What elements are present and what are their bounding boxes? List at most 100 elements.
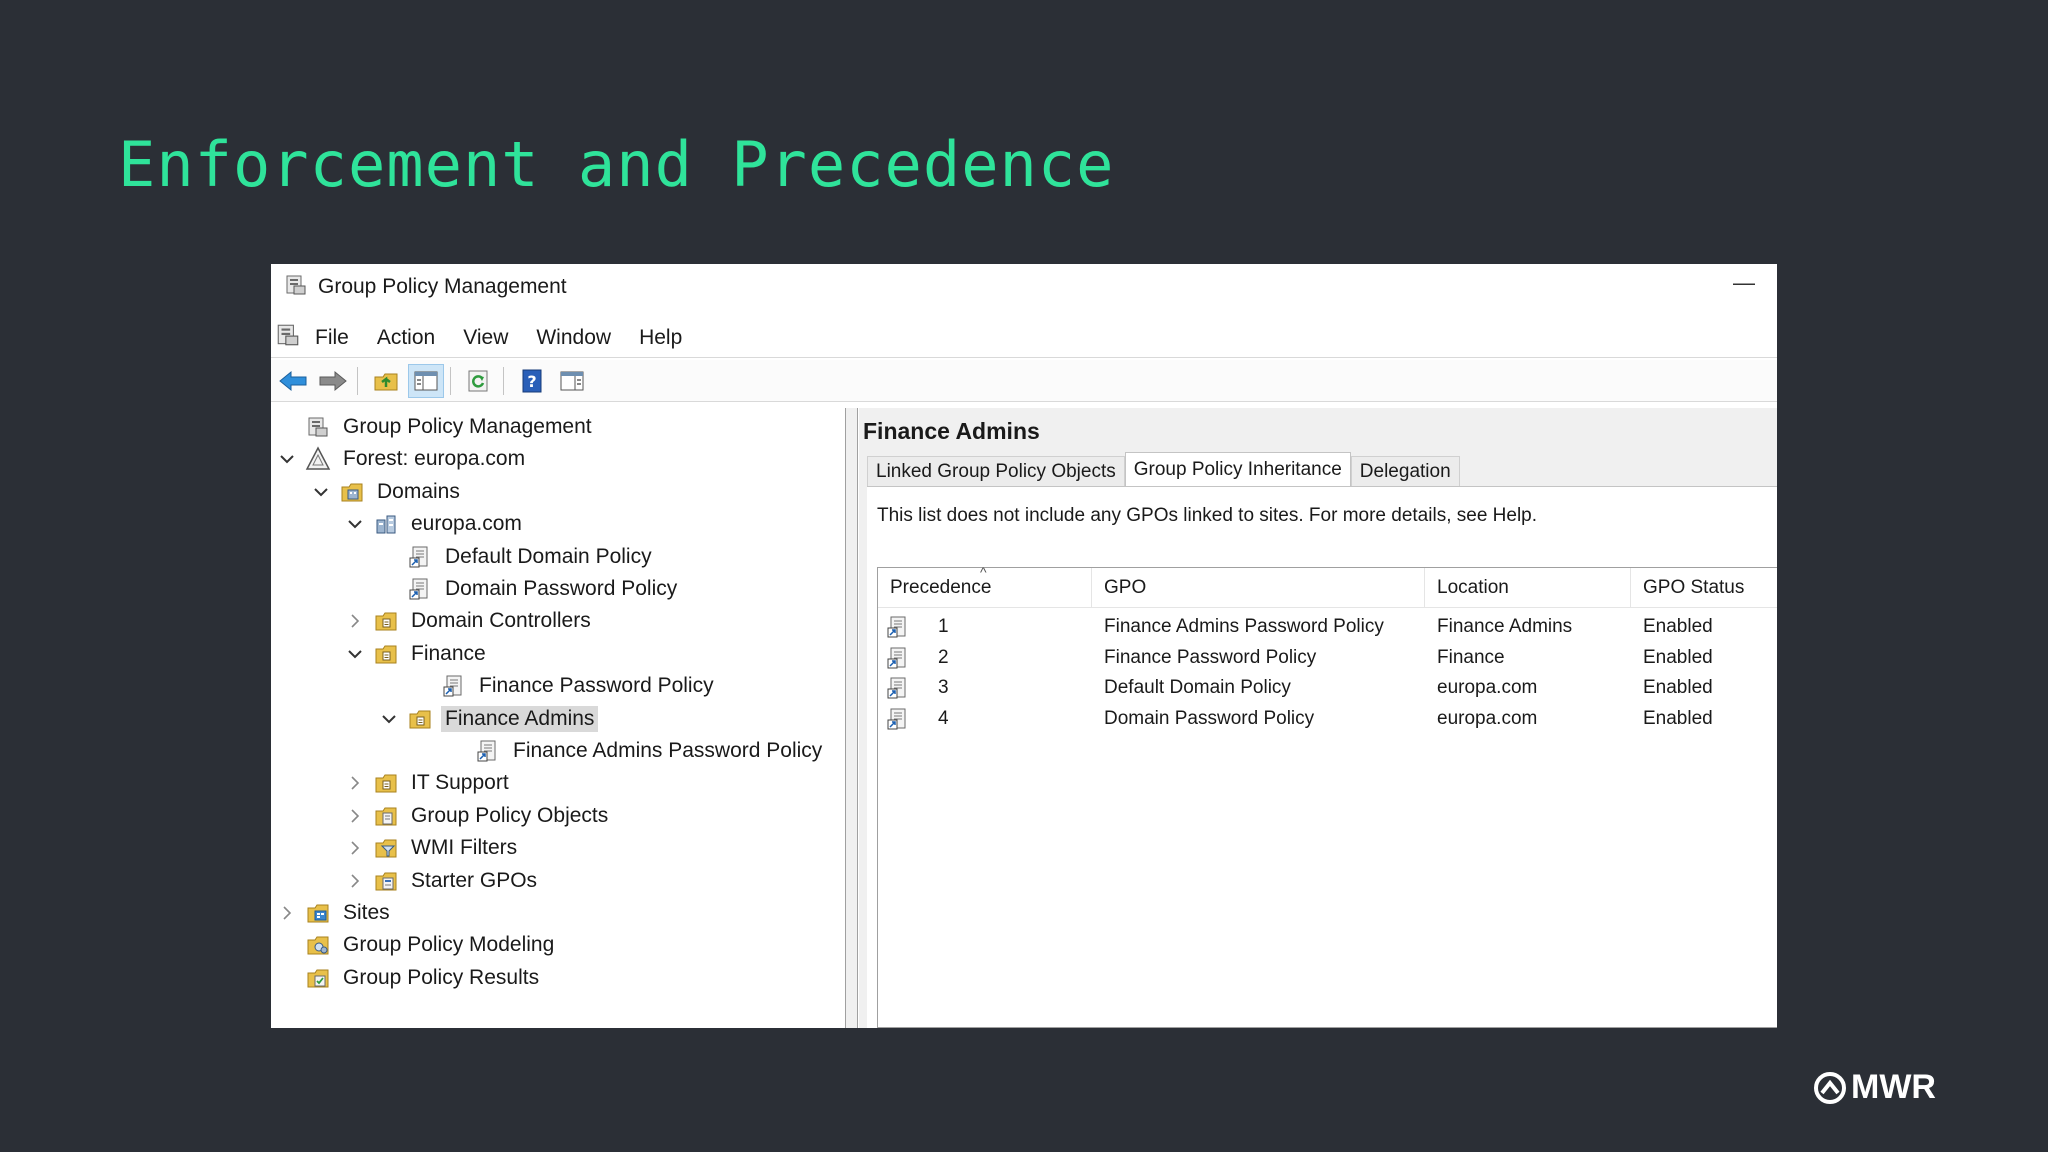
tree-item-forest-europa-com[interactable]: Forest: europa.com <box>277 444 529 474</box>
chevron-right-icon[interactable] <box>345 838 365 858</box>
cell-status: Enabled <box>1643 646 1713 668</box>
chevron-down-icon[interactable] <box>379 709 399 729</box>
brand-name: MWR <box>1851 1068 1936 1106</box>
chevron-right-icon[interactable] <box>345 611 365 631</box>
chevron-right-icon[interactable] <box>277 903 297 923</box>
refresh-button[interactable] <box>461 364 497 398</box>
gpo-link-icon <box>886 643 910 673</box>
domains-folder-icon <box>339 479 365 505</box>
tree-item-domain-controllers[interactable]: Domain Controllers <box>345 606 595 636</box>
gpo-inheritance-table: Precedence ^ GPO Location GPO Status 1 Fi… <box>877 564 1777 1028</box>
tree-item-finance-admins-password-policy[interactable]: Finance Admins Password Policy <box>447 736 826 766</box>
help-button[interactable]: ? <box>514 364 550 398</box>
cell-gpo: Domain Password Policy <box>1104 707 1315 729</box>
tree-item-label: Finance <box>411 641 486 665</box>
slide-title: Enforcement and Precedence <box>118 128 1115 201</box>
tree-item-finance-password-policy[interactable]: Finance Password Policy <box>413 671 718 701</box>
gpo-link-icon <box>441 673 467 699</box>
up-folder-icon <box>374 373 398 390</box>
tree-item-domain-password-policy[interactable]: Domain Password Policy <box>379 574 681 604</box>
tab-linked-gpos[interactable]: Linked Group Policy Objects <box>867 456 1125 486</box>
table-header: Precedence ^ GPO Location GPO Status <box>878 564 1777 608</box>
chevron-down-icon[interactable] <box>345 644 365 664</box>
cell-precedence: 1 <box>938 616 949 637</box>
table-row[interactable]: 4 Domain Password Policy europa.com Enabled <box>878 704 1777 734</box>
gpo-link-icon <box>475 738 501 764</box>
chevron-down-icon[interactable] <box>311 482 331 502</box>
chevron-right-icon[interactable] <box>345 773 365 793</box>
back-button[interactable] <box>275 364 311 398</box>
tree-item-group-policy-objects[interactable]: Group Policy Objects <box>345 801 612 831</box>
gpm-app-icon <box>284 273 308 302</box>
pane-splitter[interactable] <box>846 408 858 1028</box>
minimize-button[interactable]: — <box>1729 270 1759 296</box>
help-icon: ? <box>522 369 542 392</box>
cell-gpo: Default Domain Policy <box>1104 677 1291 698</box>
window-title: Group Policy Management <box>318 275 567 298</box>
ou-folder-icon <box>407 706 433 732</box>
table-row[interactable]: 2 Finance Password Policy Finance Enabled <box>878 643 1777 673</box>
cell-precedence: 4 <box>938 707 949 729</box>
wmi-filter-icon <box>373 835 399 861</box>
inheritance-tab-body: This list does not include any GPOs link… <box>867 486 1777 1028</box>
domain-icon <box>373 511 399 537</box>
chevron-right-icon[interactable] <box>345 871 365 891</box>
col-gpo-status[interactable]: GPO Status <box>1631 568 1777 608</box>
col-gpo[interactable]: GPO <box>1092 568 1425 608</box>
modeling-icon <box>305 932 331 958</box>
tree-item-label: Group Policy Modeling <box>343 933 555 957</box>
show-hide-tree-button[interactable] <box>408 363 444 398</box>
tree-item-finance-admins[interactable]: Finance Admins <box>379 704 599 734</box>
tree-item-label: Domain Password Policy <box>445 577 678 600</box>
tree-item-starter-gpos[interactable]: Starter GPOs <box>345 866 541 896</box>
gpo-link-icon <box>886 704 910 734</box>
toolbar-separator <box>503 366 504 395</box>
table-row[interactable]: 3 Default Domain Policy europa.com Enabled <box>878 673 1777 703</box>
cell-status: Enabled <box>1643 616 1713 637</box>
tree-item-sites[interactable]: Sites <box>277 898 394 928</box>
forward-button[interactable] <box>315 364 351 398</box>
tree-item-domains[interactable]: Domains <box>311 477 464 507</box>
cell-location: europa.com <box>1437 707 1538 729</box>
tree-item-it-support[interactable]: IT Support <box>345 768 513 798</box>
menu-app-icon[interactable] <box>275 322 301 353</box>
menu-help[interactable]: Help <box>639 326 682 350</box>
menu-file[interactable]: File <box>315 326 349 350</box>
tree-item-label: Sites <box>343 901 390 924</box>
up-folder-button[interactable] <box>368 364 404 398</box>
chevron-down-icon[interactable] <box>345 514 365 534</box>
detail-tabs: Linked Group Policy Objects Group Policy… <box>867 452 1460 486</box>
menu-action[interactable]: Action <box>377 326 435 350</box>
tree-item-group-policy-management[interactable]: Group Policy Management <box>277 412 596 442</box>
menu-bar: File Action View Window Help <box>271 318 1777 358</box>
chevron-down-icon[interactable] <box>277 449 297 469</box>
tree-item-group-policy-modeling[interactable]: Group Policy Modeling <box>277 930 558 960</box>
tree-item-wmi-filters[interactable]: WMI Filters <box>345 833 521 863</box>
tree-item-finance[interactable]: Finance <box>345 639 490 669</box>
tree-item-default-domain-policy[interactable]: Default Domain Policy <box>379 542 656 572</box>
tree-item-label: Finance Admins <box>441 705 599 732</box>
properties-button[interactable] <box>554 364 590 398</box>
tree-item-europa-com[interactable]: europa.com <box>345 509 526 539</box>
tree-item-group-policy-results[interactable]: Group Policy Results <box>277 963 543 993</box>
gpm-console-icon <box>305 414 331 440</box>
col-location[interactable]: Location <box>1425 568 1631 608</box>
ou-folder-icon <box>373 641 399 667</box>
tab-gp-inheritance[interactable]: Group Policy Inheritance <box>1124 452 1351 486</box>
gpo-container-icon <box>373 803 399 829</box>
tree-item-label: europa.com <box>411 512 522 536</box>
back-icon <box>279 370 307 391</box>
col-precedence[interactable]: Precedence ^ <box>878 564 1092 608</box>
cell-gpo: Finance Password Policy <box>1104 646 1317 668</box>
chevron-right-icon[interactable] <box>345 806 365 826</box>
tab-delegation[interactable]: Delegation <box>1350 456 1460 486</box>
tree-item-label: IT Support <box>411 771 509 795</box>
ou-folder-icon <box>373 608 399 634</box>
cell-status: Enabled <box>1643 677 1713 698</box>
table-row[interactable]: 1 Finance Admins Password Policy Finance A… <box>878 612 1777 642</box>
menu-window[interactable]: Window <box>536 326 611 350</box>
menu-view[interactable]: View <box>463 326 508 350</box>
